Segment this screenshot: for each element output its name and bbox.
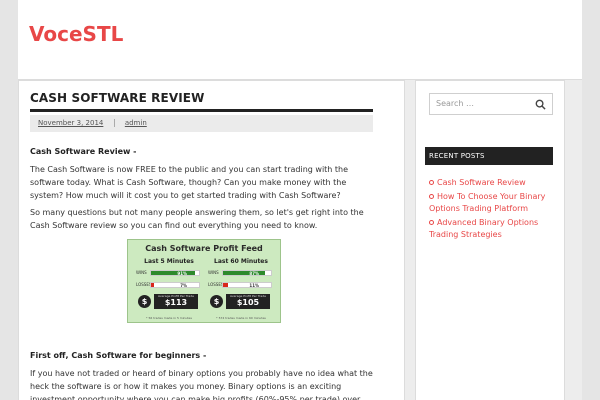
wins-bar: WINS 91% <box>136 269 202 277</box>
search-input[interactable]: Search … <box>436 99 474 108</box>
dollar-icon: $ <box>210 295 223 308</box>
site-title[interactable]: VoceSTL <box>29 22 123 46</box>
losses-track: 7% <box>150 282 200 288</box>
search-field[interactable]: Search … <box>429 93 553 115</box>
bullet-icon <box>429 180 434 185</box>
meta-divider <box>113 119 115 127</box>
feed-footnote: * 56 trades made in 5 minutes <box>146 316 192 320</box>
profit-feed-image: Cash Software Profit Feed Last 5 Minutes… <box>127 239 281 323</box>
heading-beginners: First off, Cash Software for beginners - <box>30 351 207 360</box>
bullet-icon <box>429 220 434 225</box>
profit-amount-box: Average Profit Per Trade $113 <box>154 294 198 309</box>
paragraph-beginners: If you have not traded or heard of binar… <box>30 369 373 400</box>
main-article: CASH SOFTWARE REVIEW November 3, 2014 ad… <box>18 80 405 400</box>
paragraph-questions: So many questions but not many people an… <box>30 208 364 230</box>
losses-bar: LOSSES 7% <box>136 281 202 289</box>
recent-post-link[interactable]: How To Choose Your Binary Options Tradin… <box>429 191 557 215</box>
title-divider <box>30 109 373 112</box>
profit-feed-title: Cash Software Profit Feed <box>145 244 263 253</box>
wins-value: 91% <box>177 271 187 276</box>
wins-track: 87% <box>222 270 272 276</box>
wins-value: 87% <box>249 271 259 276</box>
post-title: CASH SOFTWARE REVIEW <box>30 91 205 105</box>
feed-column-header: Last 60 Minutes <box>214 258 268 265</box>
losses-track: 11% <box>222 282 272 288</box>
feed-column-header: Last 5 Minutes <box>144 258 194 265</box>
profit-amount: $105 <box>236 298 260 307</box>
profit-amount-box: Average Profit Per Trade $105 <box>226 294 270 309</box>
feed-column-60min: Last 60 Minutes WINS 87% LOSSES 11% <box>208 258 274 289</box>
bullet-icon <box>429 194 434 199</box>
recent-post-link[interactable]: Advanced Binary Options Trading Strategi… <box>429 217 557 241</box>
recent-post-link[interactable]: Cash Software Review <box>429 177 557 189</box>
sidebar: Search … RECENT POSTS Cash Software Revi… <box>415 80 565 400</box>
feed-footnote: * 574 trades made in 60 minutes <box>216 316 266 320</box>
feed-column-5min: Last 5 Minutes WINS 91% LOSSES 7% <box>136 258 202 289</box>
profit-box-5min: $ Average Profit Per Trade $113 <box>136 294 202 310</box>
losses-fill <box>151 283 155 287</box>
recent-posts-title: RECENT POSTS <box>425 147 553 165</box>
heading-cash-software-review: Cash Software Review - <box>30 147 137 156</box>
post-author-link[interactable]: admin <box>125 119 147 127</box>
losses-bar: LOSSES 11% <box>208 281 274 289</box>
post-date-link[interactable]: November 3, 2014 <box>38 119 103 127</box>
search-icon[interactable] <box>535 99 546 110</box>
wins-bar: WINS 87% <box>208 269 274 277</box>
wins-track: 91% <box>150 270 200 276</box>
profit-amount: $113 <box>164 298 188 307</box>
wins-fill <box>151 271 195 275</box>
profit-box-60min: $ Average Profit Per Trade $105 <box>208 294 274 310</box>
wins-label: WINS <box>208 270 219 275</box>
wins-label: WINS <box>136 270 147 275</box>
paragraph-intro: The Cash Software is now FREE to the pub… <box>30 165 349 200</box>
dollar-icon: $ <box>138 295 151 308</box>
recent-posts-list: Cash Software Review How To Choose Your … <box>429 177 557 243</box>
post-meta: November 3, 2014 admin <box>30 115 373 132</box>
losses-fill <box>223 283 229 287</box>
losses-value: 11% <box>249 283 259 288</box>
losses-value: 7% <box>180 283 187 288</box>
